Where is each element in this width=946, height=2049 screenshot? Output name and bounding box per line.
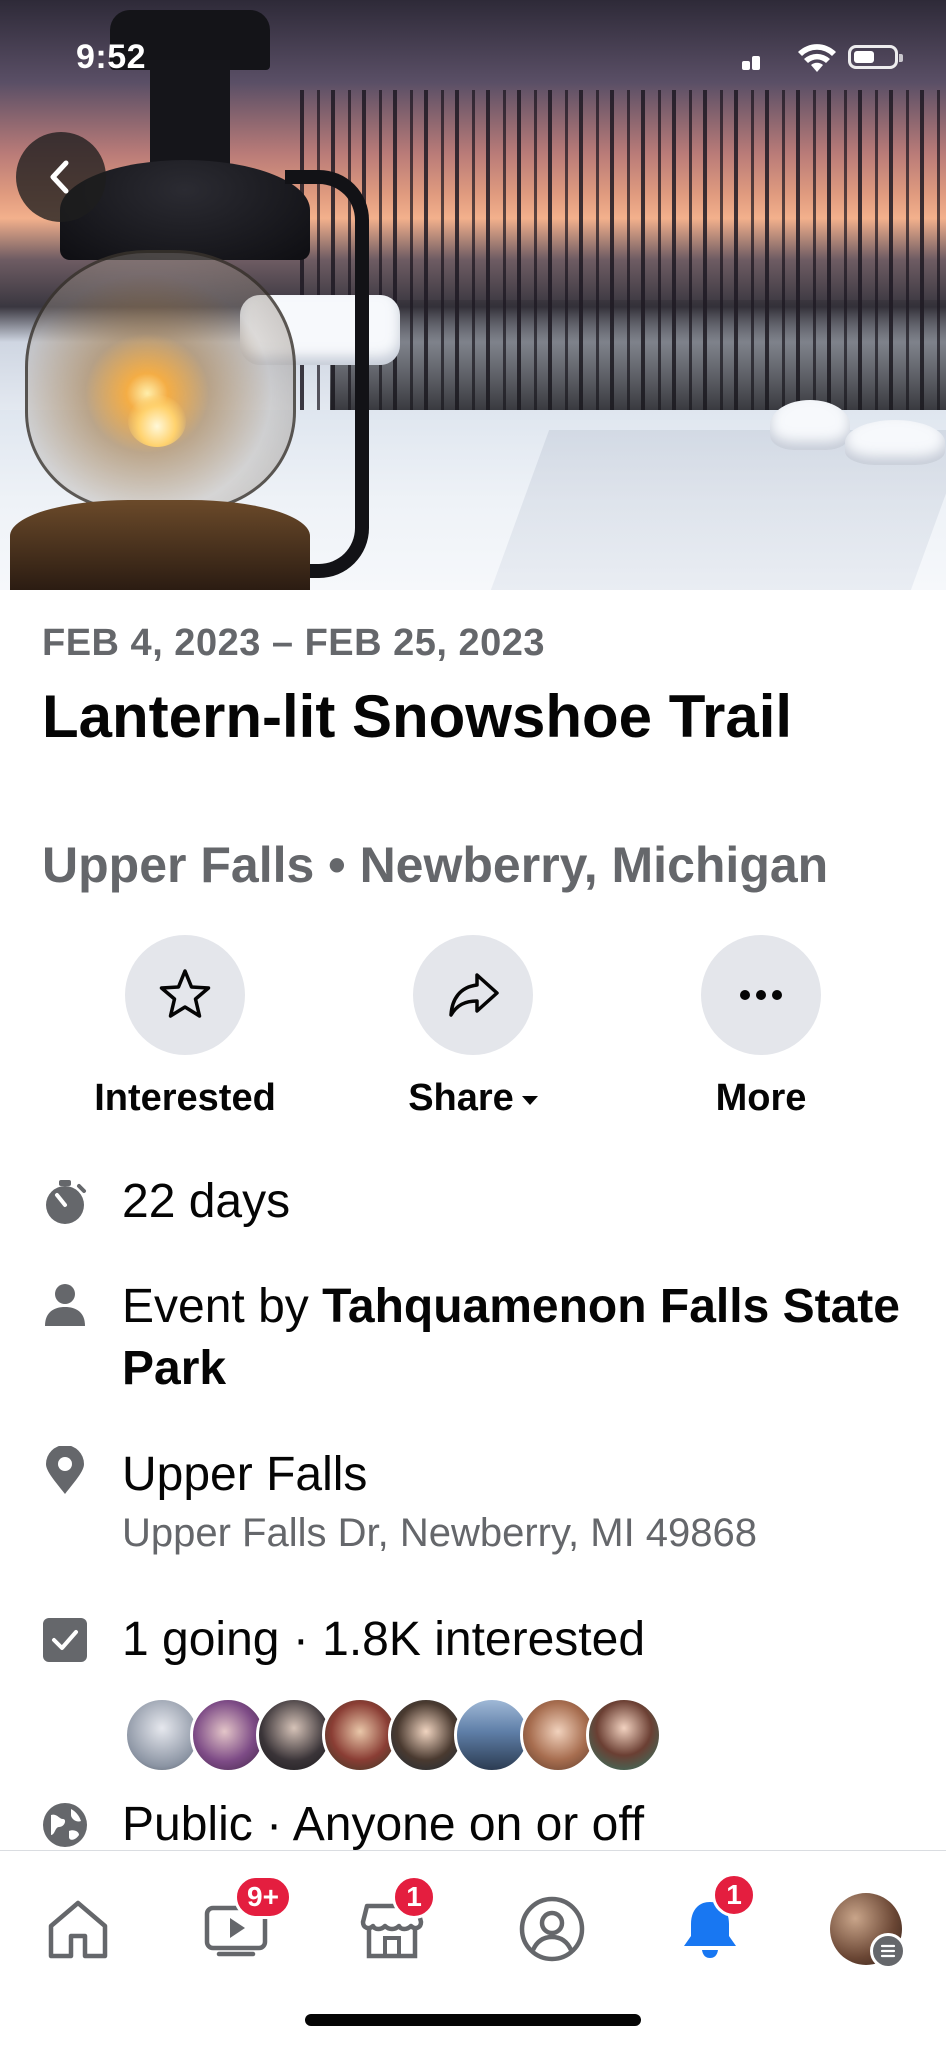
location-pin-icon	[40, 1446, 90, 1496]
profile-circle-icon	[519, 1896, 585, 1962]
location-name: Upper Falls	[122, 1448, 368, 1501]
avatar[interactable]	[190, 1697, 266, 1773]
watch-badge: 9+	[234, 1875, 292, 1919]
avatar[interactable]	[520, 1697, 596, 1773]
more-dots-icon	[740, 990, 782, 1000]
tab-menu[interactable]	[816, 1879, 916, 1979]
tab-home[interactable]	[28, 1879, 128, 1979]
event-host: Event by Tahquamenon Falls State Park	[122, 1276, 922, 1400]
attendance-count: 1 going · 1.8K interested	[122, 1613, 646, 1666]
avatar[interactable]	[256, 1697, 332, 1773]
event-actions: Interested Share More	[0, 935, 946, 1135]
wifi-icon	[798, 44, 836, 72]
cover-treeline	[330, 300, 946, 420]
stopwatch-icon	[40, 1177, 90, 1227]
event-subtitle: Upper Falls • Newberry, Michigan	[42, 837, 829, 893]
event-duration: 22 days	[122, 1175, 291, 1228]
avatar[interactable]	[322, 1697, 398, 1773]
share-button[interactable]: Share	[348, 935, 598, 1120]
more-button[interactable]: More	[636, 935, 886, 1120]
back-button[interactable]	[16, 132, 106, 222]
location-address: Upper Falls Dr, Newberry, MI 49868	[122, 1511, 758, 1555]
cover-snow-mound	[845, 420, 945, 465]
event-date-range: FEB 4, 2023 – FEB 25, 2023	[42, 622, 546, 664]
marketplace-badge: 1	[392, 1875, 436, 1919]
interested-label: Interested	[94, 1077, 276, 1119]
more-label: More	[715, 1077, 807, 1119]
interested-button[interactable]: Interested	[60, 935, 310, 1120]
cover-snow-mound	[770, 400, 850, 450]
status-bar: 9:52	[0, 0, 946, 120]
cellular-signal-icon	[742, 52, 768, 70]
home-icon	[48, 1900, 108, 1959]
tab-notifications[interactable]: 1	[660, 1873, 760, 1979]
star-icon	[159, 969, 211, 1018]
bottom-tab-bar: 9+ 1 1	[0, 1850, 946, 2049]
host-prefix: Event by	[122, 1280, 323, 1333]
more-circle[interactable]	[701, 935, 821, 1055]
avatar[interactable]	[586, 1697, 662, 1773]
share-label: Share	[408, 1077, 514, 1119]
person-icon	[40, 1280, 90, 1330]
avatar[interactable]	[124, 1697, 200, 1773]
privacy-text: Public · Anyone on or off	[122, 1798, 645, 1851]
tab-watch[interactable]: 9+	[186, 1875, 292, 1979]
status-time: 9:52	[76, 38, 147, 76]
interested-circle[interactable]	[125, 935, 245, 1055]
menu-hamburger-icon	[870, 1933, 906, 1969]
home-indicator	[305, 2014, 641, 2026]
chevron-left-icon	[50, 160, 69, 194]
event-cover-photo: 9:52	[0, 0, 946, 590]
globe-icon	[40, 1800, 90, 1850]
tab-profile[interactable]	[502, 1879, 602, 1979]
share-circle[interactable]	[413, 935, 533, 1055]
caret-down-icon	[521, 1096, 538, 1105]
event-title: Lantern-lit Snowshoe Trail	[42, 683, 793, 750]
avatar[interactable]	[454, 1697, 530, 1773]
battery-icon	[848, 45, 903, 69]
share-arrow-icon	[449, 973, 499, 1017]
checkbox-icon	[40, 1615, 90, 1665]
avatar[interactable]	[388, 1697, 464, 1773]
tab-marketplace[interactable]: 1	[342, 1875, 442, 1979]
profile-avatar	[830, 1893, 906, 1969]
notifications-badge: 1	[712, 1873, 756, 1917]
attendee-avatars[interactable]	[124, 1697, 662, 1775]
